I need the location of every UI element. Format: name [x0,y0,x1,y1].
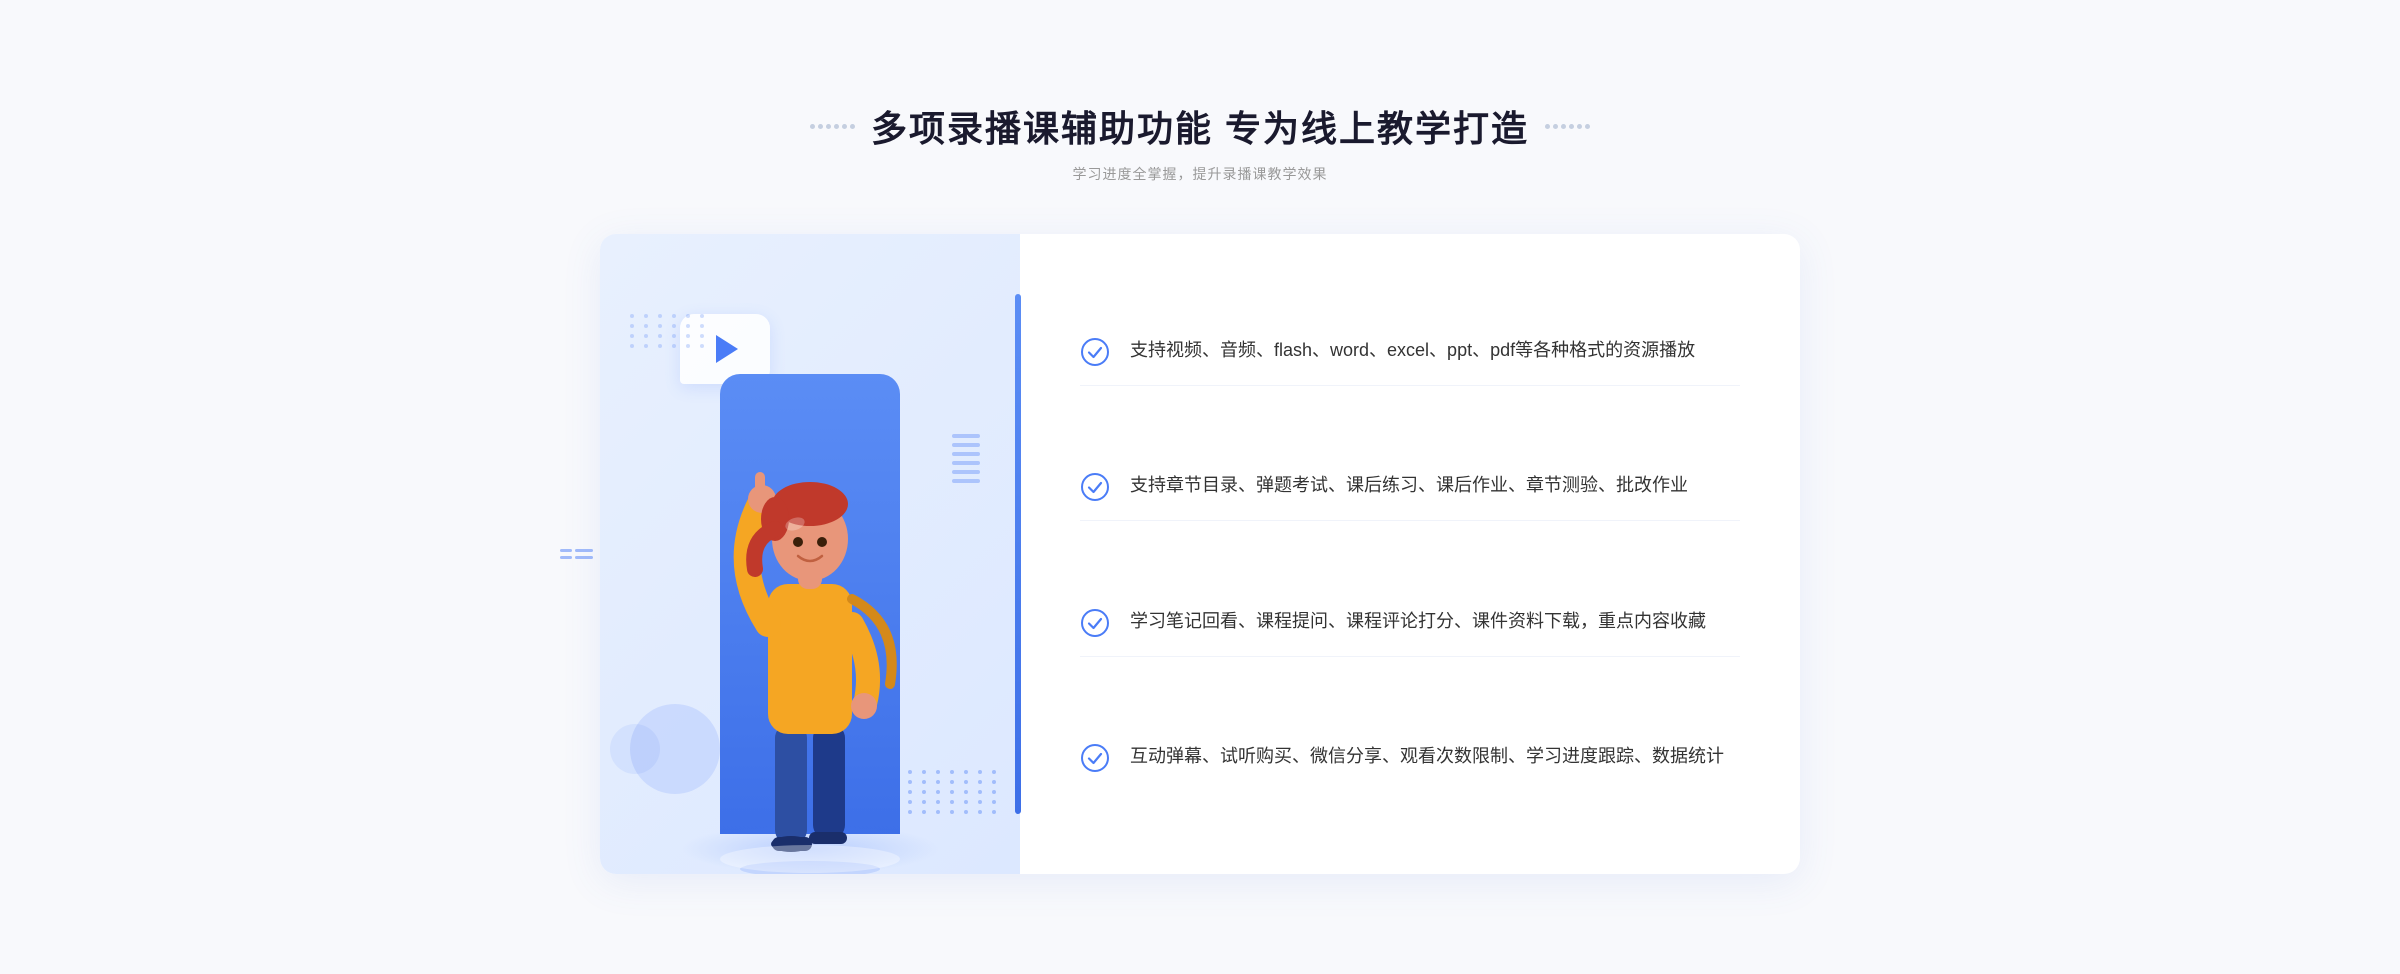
feature-text-4: 互动弹幕、试听购买、微信分享、观看次数限制、学习进度跟踪、数据统计 [1130,741,1724,772]
feature-text-1: 支持视频、音频、flash、word、excel、ppt、pdf等各种格式的资源… [1130,335,1695,366]
feature-item-4: 互动弹幕、试听购买、微信分享、观看次数限制、学习进度跟踪、数据统计 [1080,723,1740,791]
feature-text-3: 学习笔记回看、课程提问、课程评论打分、课件资料下载，重点内容收藏 [1130,606,1706,637]
header-section: 多项录播课辅助功能 专为线上教学打造 学习进度全掌握，提升录播课教学效果 [600,100,1800,184]
check-icon-4 [1080,743,1110,773]
check-icon-1 [1080,337,1110,367]
deco-stripes [952,434,980,514]
content-card: 支持视频、音频、flash、word、excel、ppt、pdf等各种格式的资源… [600,234,1800,874]
title-dots-left [810,124,855,129]
check-icon-3 [1080,608,1110,638]
deco-circle-small [610,724,660,774]
feature-item-1: 支持视频、音频、flash、word、excel、ppt、pdf等各种格式的资源… [1080,317,1740,386]
subtitle: 学习进度全掌握，提升录播课教学效果 [600,164,1800,184]
features-area: 支持视频、音频、flash、word、excel、ppt、pdf等各种格式的资源… [1020,234,1800,874]
dots-grid-top [630,314,708,348]
chevron-left-icon [560,549,593,559]
main-title: 多项录播课辅助功能 专为线上教学打造 [871,100,1529,152]
title-dots-right [1545,124,1590,129]
feature-item-2: 支持章节目录、弹题考试、课后练习、课后作业、章节测验、批改作业 [1080,452,1740,521]
illustration-area [600,234,1020,874]
person-illustration [670,374,950,874]
feature-item-3: 学习笔记回看、课程提问、课程评论打分、课件资料下载，重点内容收藏 [1080,588,1740,657]
check-icon-2 [1080,472,1110,502]
person-svg [680,384,940,874]
left-accent-bar [1015,294,1021,814]
feature-text-2: 支持章节目录、弹题考试、课后练习、课后作业、章节测验、批改作业 [1130,470,1688,501]
page-container: 多项录播课辅助功能 专为线上教学打造 学习进度全掌握，提升录播课教学效果 [600,100,1800,874]
play-icon [716,335,738,363]
title-row: 多项录播课辅助功能 专为线上教学打造 [600,100,1800,152]
